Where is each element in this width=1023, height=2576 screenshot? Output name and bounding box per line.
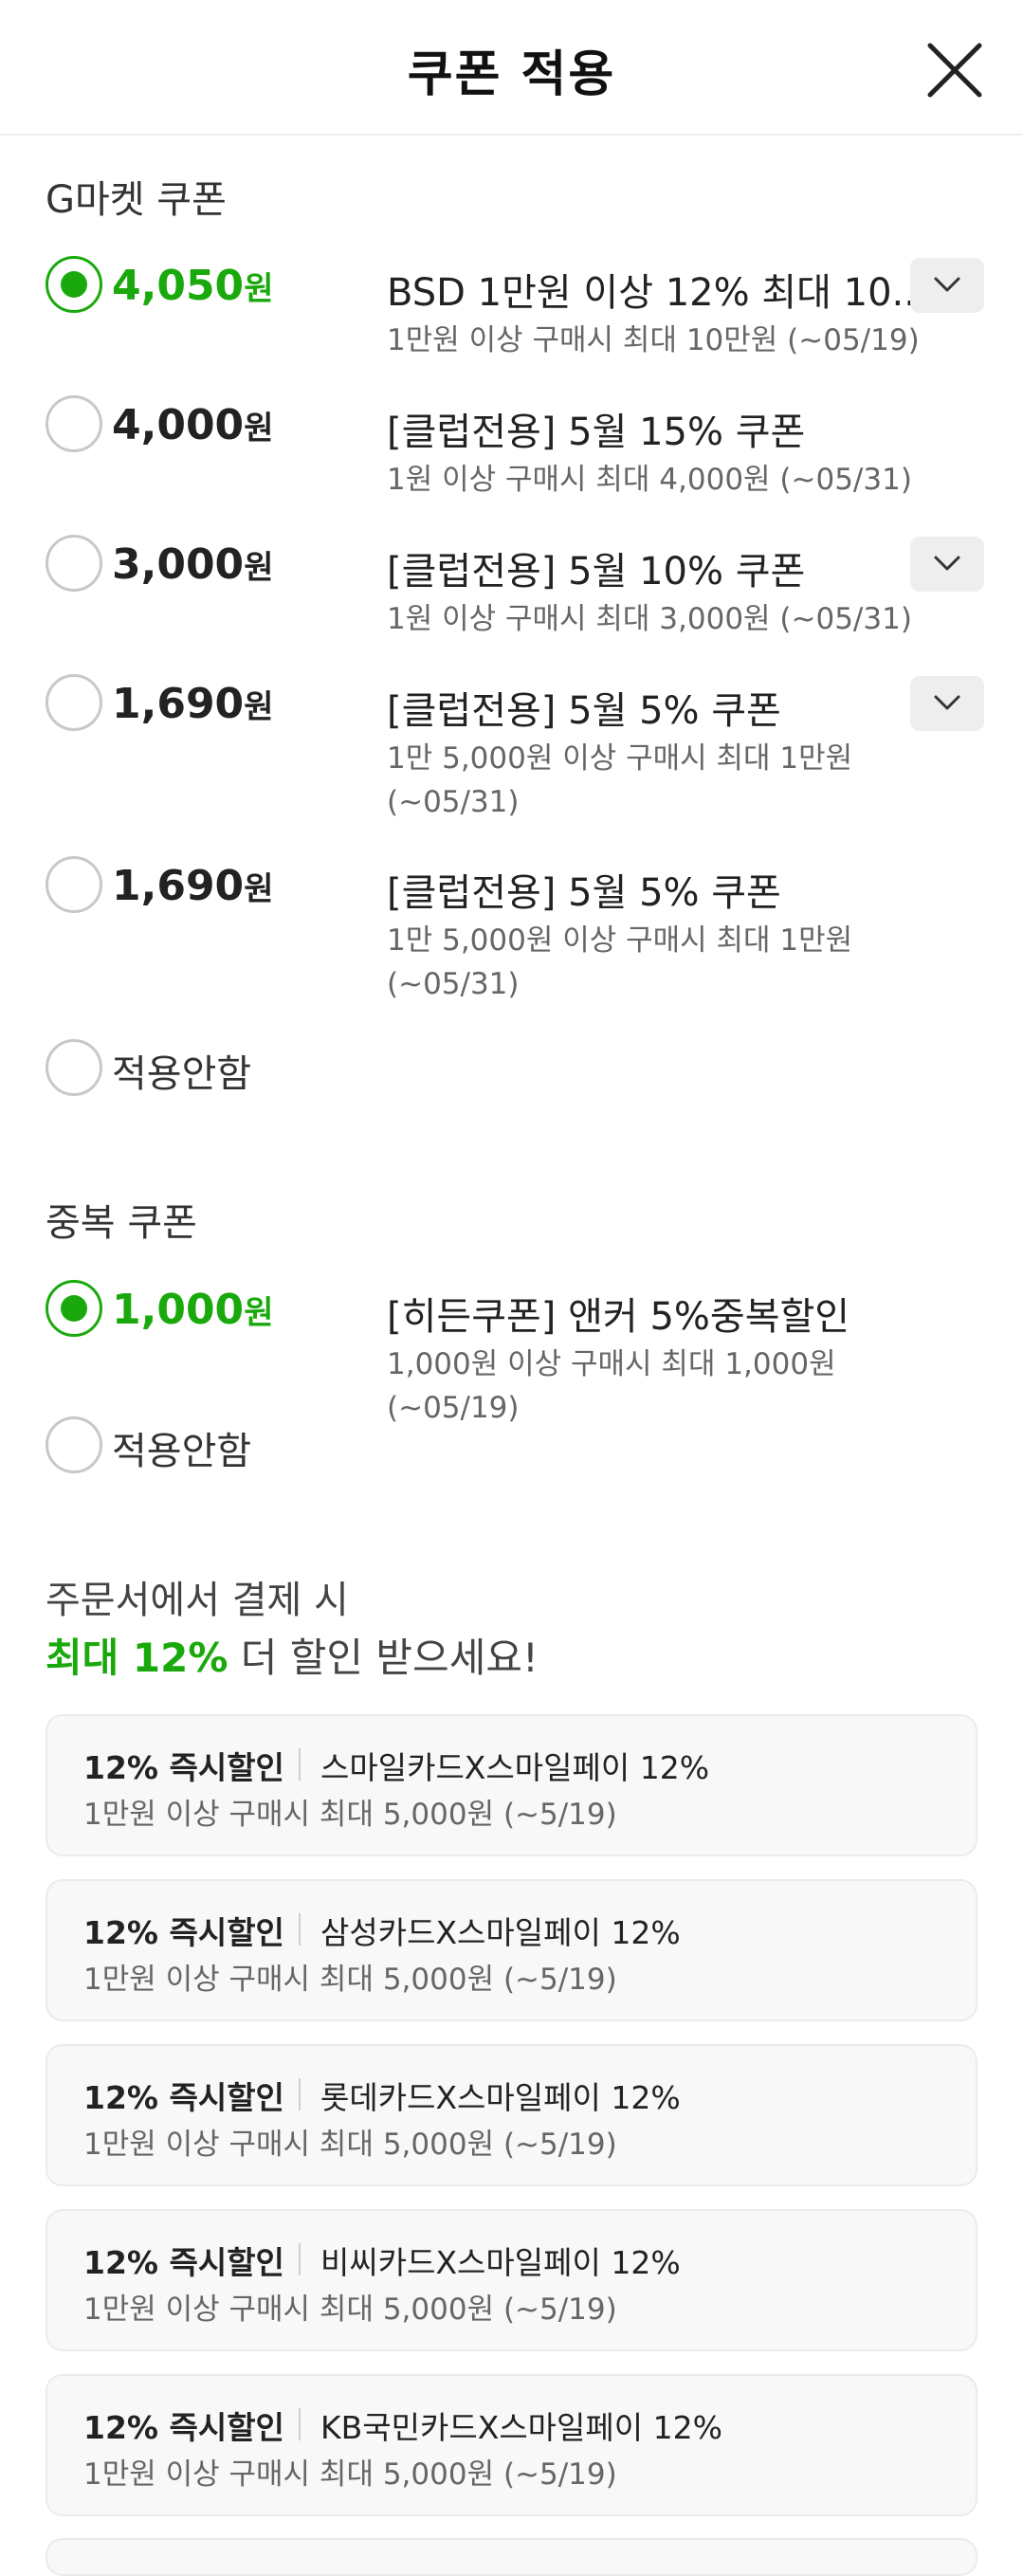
coupon-amount: 1,690원 — [112, 862, 274, 910]
divider — [299, 2078, 301, 2110]
coupon-name: [클럽전용] 5월 15% 쿠폰 — [387, 411, 806, 454]
promo-text: 주문서에서 결제 시 — [46, 1579, 349, 1622]
discount-tag: 12% 즉시할인 — [83, 2079, 284, 2116]
card-description: 1만원 이상 구매시 최대 5,000원 (~5/19) — [83, 1963, 617, 1997]
coupon-name: [클럽전용] 5월 5% 쿠폰 — [387, 689, 781, 733]
coupon-radio[interactable] — [46, 856, 102, 913]
duplicate-coupon-section-title: 중복 쿠폰 — [46, 1201, 197, 1245]
coupon-amount: 4,000원 — [112, 401, 274, 449]
card-discount-item[interactable]: 12% 즉시할인 롯데카드X스마일페이 12% 1만원 이상 구매시 최대 5,… — [46, 2044, 977, 2186]
card-name: 스마일카드X스마일페이 12% — [320, 1749, 710, 1786]
card-name: KB국민카드X스마일페이 12% — [320, 2409, 722, 2446]
coupon-amount: 4,050원 — [112, 262, 274, 310]
card-description: 1만원 이상 구매시 최대 5,000원 (~5/19) — [83, 1798, 617, 1832]
discount-tag: 12% 즉시할인 — [83, 2409, 284, 2446]
coupon-radio[interactable] — [46, 1039, 102, 1096]
discount-tag: 12% 즉시할인 — [83, 1914, 284, 1951]
coupon-radio[interactable] — [46, 1416, 102, 1473]
coupon-description: 1만 5,000원 이상 구매시 최대 1만원 (~05/31) — [387, 741, 853, 819]
coupon-description: 1만원 이상 구매시 최대 10만원 (~05/19) — [387, 323, 920, 357]
coupon-radio[interactable] — [46, 535, 102, 592]
coupon-name: BSD 1만원 이상 12% 최대 10... — [387, 271, 928, 315]
divider — [299, 1748, 301, 1781]
card-discount-item[interactable]: 12% 즉시할인 비씨카드X스마일페이 12% 1만원 이상 구매시 최대 5,… — [46, 2209, 977, 2351]
coupon-amount: 1,000원 — [112, 1286, 274, 1334]
gmarket-coupon-section-title: G마켓 쿠폰 — [46, 178, 227, 222]
divider — [299, 1913, 301, 1946]
divider — [299, 2408, 301, 2440]
coupon-amount: 3,000원 — [112, 540, 274, 589]
card-description: 1만원 이상 구매시 최대 5,000원 (~5/19) — [83, 2457, 617, 2492]
coupon-radio[interactable] — [46, 674, 102, 731]
coupon-radio[interactable] — [46, 1280, 102, 1337]
promo-highlight: 최대 12% — [46, 1635, 228, 1681]
chevron-down-icon — [934, 695, 960, 710]
no-coupon-label: 적용안함 — [112, 1052, 252, 1096]
coupon-description: 1원 이상 구매시 최대 3,000원 (~05/31) — [387, 602, 912, 636]
card-name: 삼성카드X스마일페이 12% — [320, 1914, 681, 1951]
coupon-description: 1만 5,000원 이상 구매시 최대 1만원 (~05/31) — [387, 923, 853, 1001]
promo-highlight-text: 최대 12% 더 할인 받으세요! — [46, 1635, 539, 1681]
coupon-name: [히든쿠폰] 앤커 5%중복할인 — [387, 1295, 850, 1339]
coupon-description: 1원 이상 구매시 최대 4,000원 (~05/31) — [387, 463, 912, 497]
card-discount-item-partial[interactable] — [46, 2538, 977, 2576]
coupon-expand-button[interactable] — [910, 676, 984, 731]
coupon-name: [클럽전용] 5월 5% 쿠폰 — [387, 871, 781, 915]
coupon-name: [클럽전용] 5월 10% 쿠폰 — [387, 550, 806, 594]
coupon-description: 1,000원 이상 구매시 최대 1,000원 (~05/19) — [387, 1347, 836, 1425]
modal-header: 쿠폰 적용 — [0, 0, 1023, 136]
close-button[interactable] — [924, 40, 985, 100]
discount-tag: 12% 즉시할인 — [83, 2244, 284, 2281]
coupon-amount: 1,690원 — [112, 680, 274, 728]
discount-tag: 12% 즉시할인 — [83, 1749, 284, 1786]
card-name: 롯데카드X스마일페이 12% — [320, 2079, 681, 2116]
card-discount-item[interactable]: 12% 즉시할인 스마일카드X스마일페이 12% 1만원 이상 구매시 최대 5… — [46, 1714, 977, 1856]
chevron-down-icon — [934, 556, 960, 571]
close-icon — [927, 43, 982, 98]
chevron-down-icon — [934, 277, 960, 292]
card-name: 비씨카드X스마일페이 12% — [320, 2244, 681, 2281]
divider — [299, 2243, 301, 2275]
coupon-radio[interactable] — [46, 395, 102, 452]
coupon-radio[interactable] — [46, 256, 102, 313]
card-discount-item[interactable]: 12% 즉시할인 KB국민카드X스마일페이 12% 1만원 이상 구매시 최대 … — [46, 2374, 977, 2516]
coupon-expand-button[interactable] — [910, 258, 984, 313]
coupon-expand-button[interactable] — [910, 537, 984, 592]
no-coupon-label: 적용안함 — [112, 1430, 252, 1473]
card-description: 1만원 이상 구매시 최대 5,000원 (~5/19) — [83, 2293, 617, 2327]
card-discount-item[interactable]: 12% 즉시할인 삼성카드X스마일페이 12% 1만원 이상 구매시 최대 5,… — [46, 1879, 977, 2021]
card-description: 1만원 이상 구매시 최대 5,000원 (~5/19) — [83, 2128, 617, 2162]
page-title: 쿠폰 적용 — [407, 46, 616, 103]
